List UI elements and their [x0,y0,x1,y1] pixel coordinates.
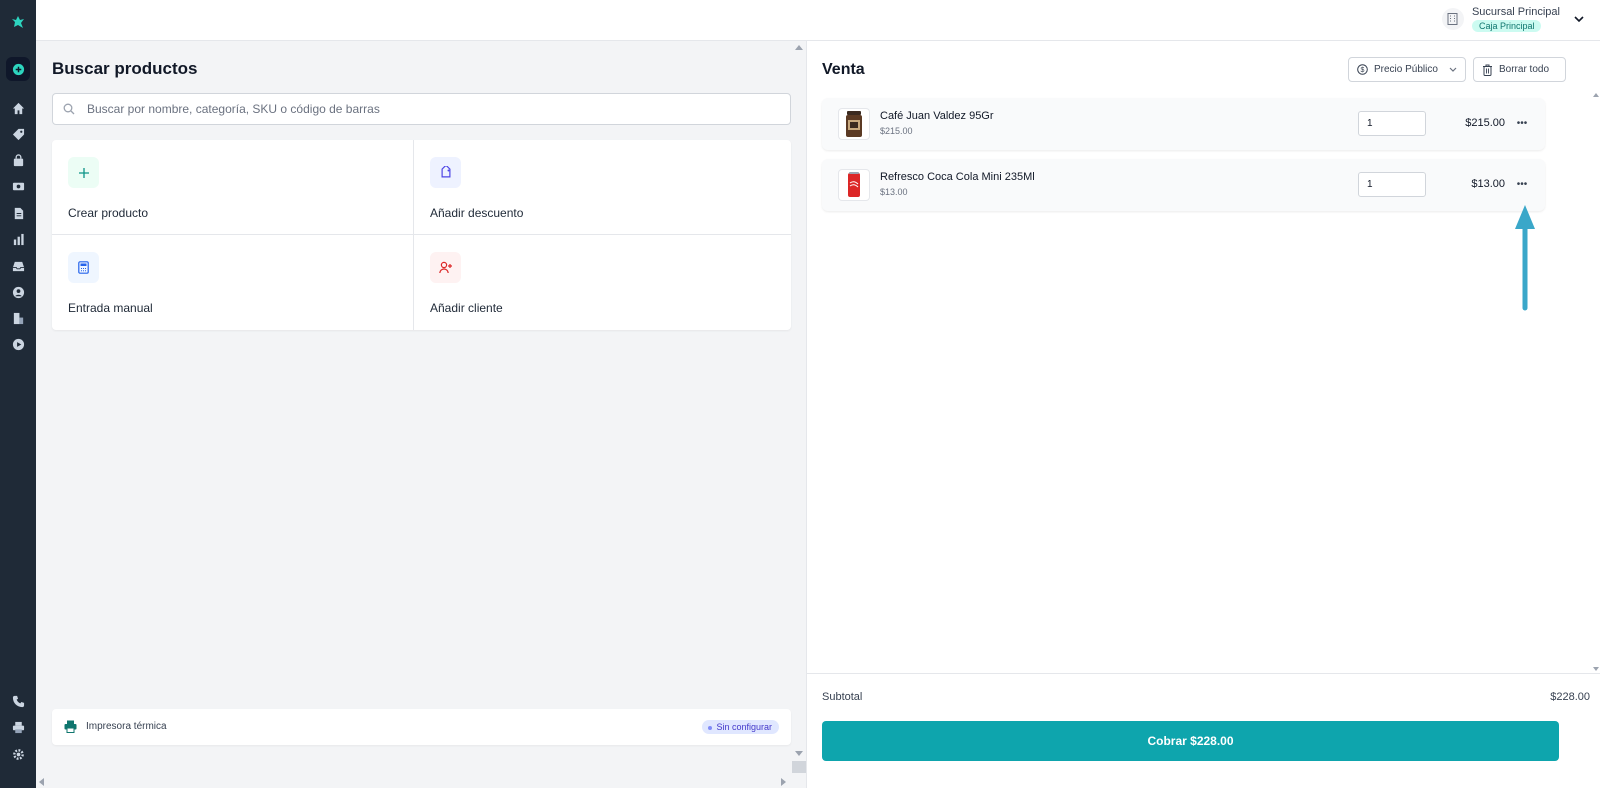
price-list-label: Precio Público [1374,64,1438,75]
sidebar-item-documents[interactable] [6,201,30,225]
create-product-button[interactable]: Crear producto [52,140,421,235]
product-search-panel: Buscar productos Crear producto Añadir d… [36,41,806,788]
user-plus-icon [430,252,461,283]
branch-info: Sucursal Principal Caja Principal [1471,6,1560,32]
sidebar-item-orders[interactable] [6,148,30,172]
add-discount-button[interactable]: Añadir descuento [414,140,783,235]
sale-vertical-scrollbar[interactable] [1592,91,1600,676]
trash-icon [1483,64,1492,76]
sidebar-item-products[interactable] [6,122,30,146]
scroll-left-arrow-icon[interactable] [39,778,44,786]
cart-item[interactable]: Refresco Coca Cola Mini 235Ml $13.00 $13… [822,159,1545,211]
printer-icon[interactable] [6,715,30,739]
building-icon [1441,8,1464,30]
register-badge: Caja Principal [1471,20,1542,32]
branch-selector[interactable]: Sucursal Principal Caja Principal [1441,6,1584,32]
cart-item[interactable]: Café Juan Valdez 95Gr $215.00 $215.00 ••… [822,98,1545,150]
calculator-icon [68,252,99,283]
settings-gear-icon[interactable] [6,742,30,766]
svg-text:$: $ [1361,67,1365,74]
dollar-circle-icon: $ [1357,64,1368,75]
annotation-arrow-icon [1515,205,1535,311]
add-customer-button[interactable]: Añadir cliente [414,235,783,330]
product-search-box[interactable] [52,93,791,125]
tag-icon [430,157,461,188]
sidebar-item-customers[interactable] [6,280,30,304]
top-bar: Sucursal Principal Caja Principal [36,0,1600,41]
thermal-printer-status[interactable]: Impresora térmica Sin configurar [52,709,791,745]
subtotal-label: Subtotal [822,691,863,703]
branch-name: Sucursal Principal [1471,6,1560,18]
item-total: $13.00 [1471,178,1505,190]
manual-entry-label: Entrada manual [68,301,153,315]
printer-label: Impresora térmica [86,721,167,732]
clear-all-button[interactable]: Borrar todo [1473,57,1566,82]
scroll-up-arrow-icon[interactable] [795,45,803,50]
item-unit-price: $13.00 [880,187,908,197]
item-name: Café Juan Valdez 95Gr [880,110,994,122]
sidebar-item-pos[interactable] [6,57,30,81]
search-input[interactable] [87,94,777,124]
add-discount-label: Añadir descuento [430,206,524,220]
add-customer-label: Añadir cliente [430,301,503,315]
clear-all-label: Borrar todo [1499,64,1550,75]
quick-actions-grid: Crear producto Añadir descuento Entrada … [52,140,791,330]
ellipsis-icon[interactable]: ••• [1513,114,1531,132]
quantity-input[interactable] [1358,172,1426,197]
sale-title: Venta [822,61,865,78]
subtotal-value: $228.00 [1550,691,1590,703]
sale-panel: Venta $ Precio Público Borrar todo Café … [806,41,1600,788]
item-name: Refresco Coca Cola Mini 235Ml [880,171,1035,183]
coffee-jar-icon [846,111,862,137]
phone-icon[interactable] [6,689,30,713]
search-icon [63,103,75,115]
manual-entry-button[interactable]: Entrada manual [52,235,421,330]
scroll-right-arrow-icon[interactable] [781,778,786,786]
left-vertical-scrollbar[interactable] [792,41,806,788]
create-product-label: Crear producto [68,206,149,220]
scrollbar-corner [792,761,806,773]
item-unit-price: $215.00 [880,126,913,136]
chevron-down-icon [1449,67,1457,72]
printer-status-badge: Sin configurar [702,720,779,734]
search-panel-title: Buscar productos [52,59,198,78]
footer-divider [807,673,1600,674]
app-logo-icon[interactable] [6,10,30,34]
scroll-down-arrow-icon[interactable] [1593,667,1599,671]
sidebar-item-home[interactable] [6,96,30,120]
sidebar-item-tutorials[interactable] [6,332,30,356]
sidebar [0,0,36,788]
scroll-down-arrow-icon[interactable] [795,751,803,756]
left-horizontal-scrollbar[interactable] [36,776,792,788]
product-thumbnail [838,169,870,201]
product-thumbnail [838,108,870,140]
charge-button[interactable]: Cobrar $228.00 [822,721,1559,761]
sidebar-item-suppliers[interactable] [6,306,30,330]
ellipsis-icon[interactable]: ••• [1513,175,1531,193]
plus-icon [68,157,99,188]
sidebar-item-reports[interactable] [6,227,30,251]
soda-can-icon [848,172,860,197]
quantity-input[interactable] [1358,111,1426,136]
printer-icon [64,720,77,733]
sidebar-item-cash[interactable] [6,174,30,198]
chevron-down-icon[interactable] [1574,10,1584,28]
scroll-up-arrow-icon[interactable] [1593,93,1599,97]
sidebar-item-inbox[interactable] [6,254,30,278]
price-list-dropdown[interactable]: $ Precio Público [1348,57,1466,82]
item-total: $215.00 [1465,117,1505,129]
